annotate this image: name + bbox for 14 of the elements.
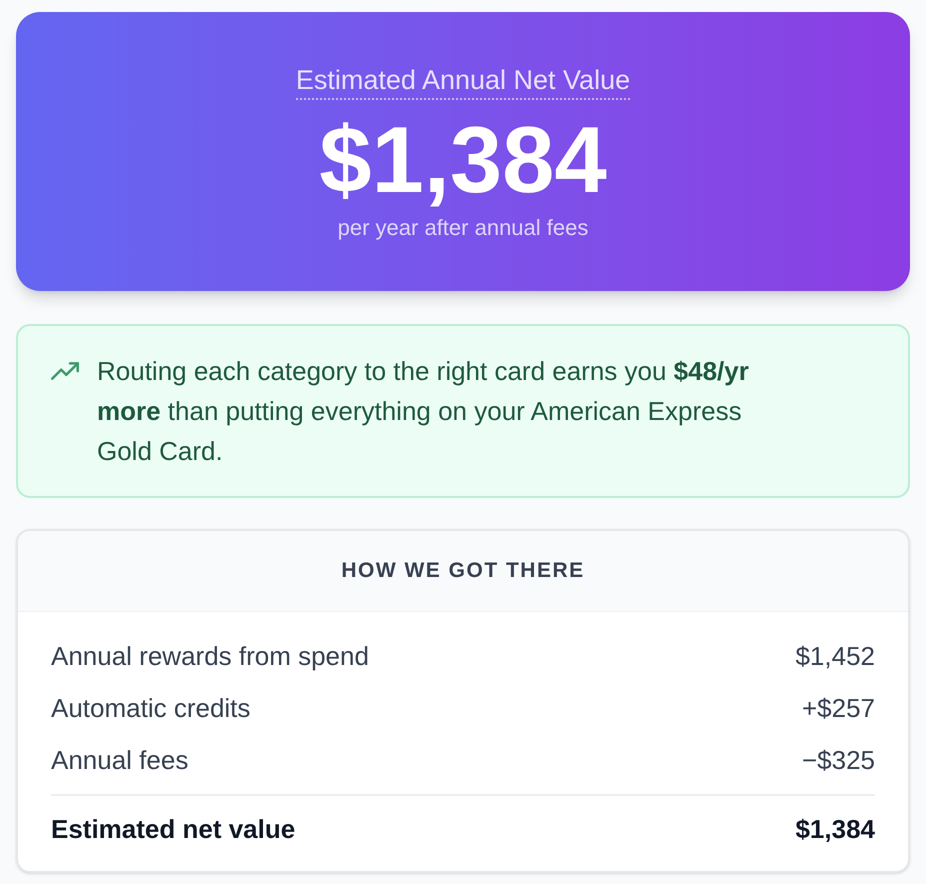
total-label: Estimated net value (51, 812, 296, 846)
line-item-amount: $1,452 (795, 640, 875, 672)
hero-title: Estimated Annual Net Value (296, 62, 630, 100)
line-item-label: Annual rewards from spend (51, 640, 369, 672)
callout-text: Routing each category to the right card earns you $48/yr more than putting everything on your American Express Gold Card. (97, 355, 750, 468)
net-value: $1,384 (319, 112, 607, 208)
hero-caption: per year after annual fees (338, 214, 588, 242)
line-item-label: Automatic credits (51, 692, 250, 724)
line-item-amount: −$325 (802, 744, 875, 776)
breakdown-title: HOW WE GOT THERE (341, 558, 585, 584)
line-item-amount: +$257 (802, 692, 875, 724)
trend-up-icon (51, 362, 79, 380)
line-item-label: Annual fees (51, 744, 188, 776)
total-amount: $1,384 (795, 812, 875, 846)
